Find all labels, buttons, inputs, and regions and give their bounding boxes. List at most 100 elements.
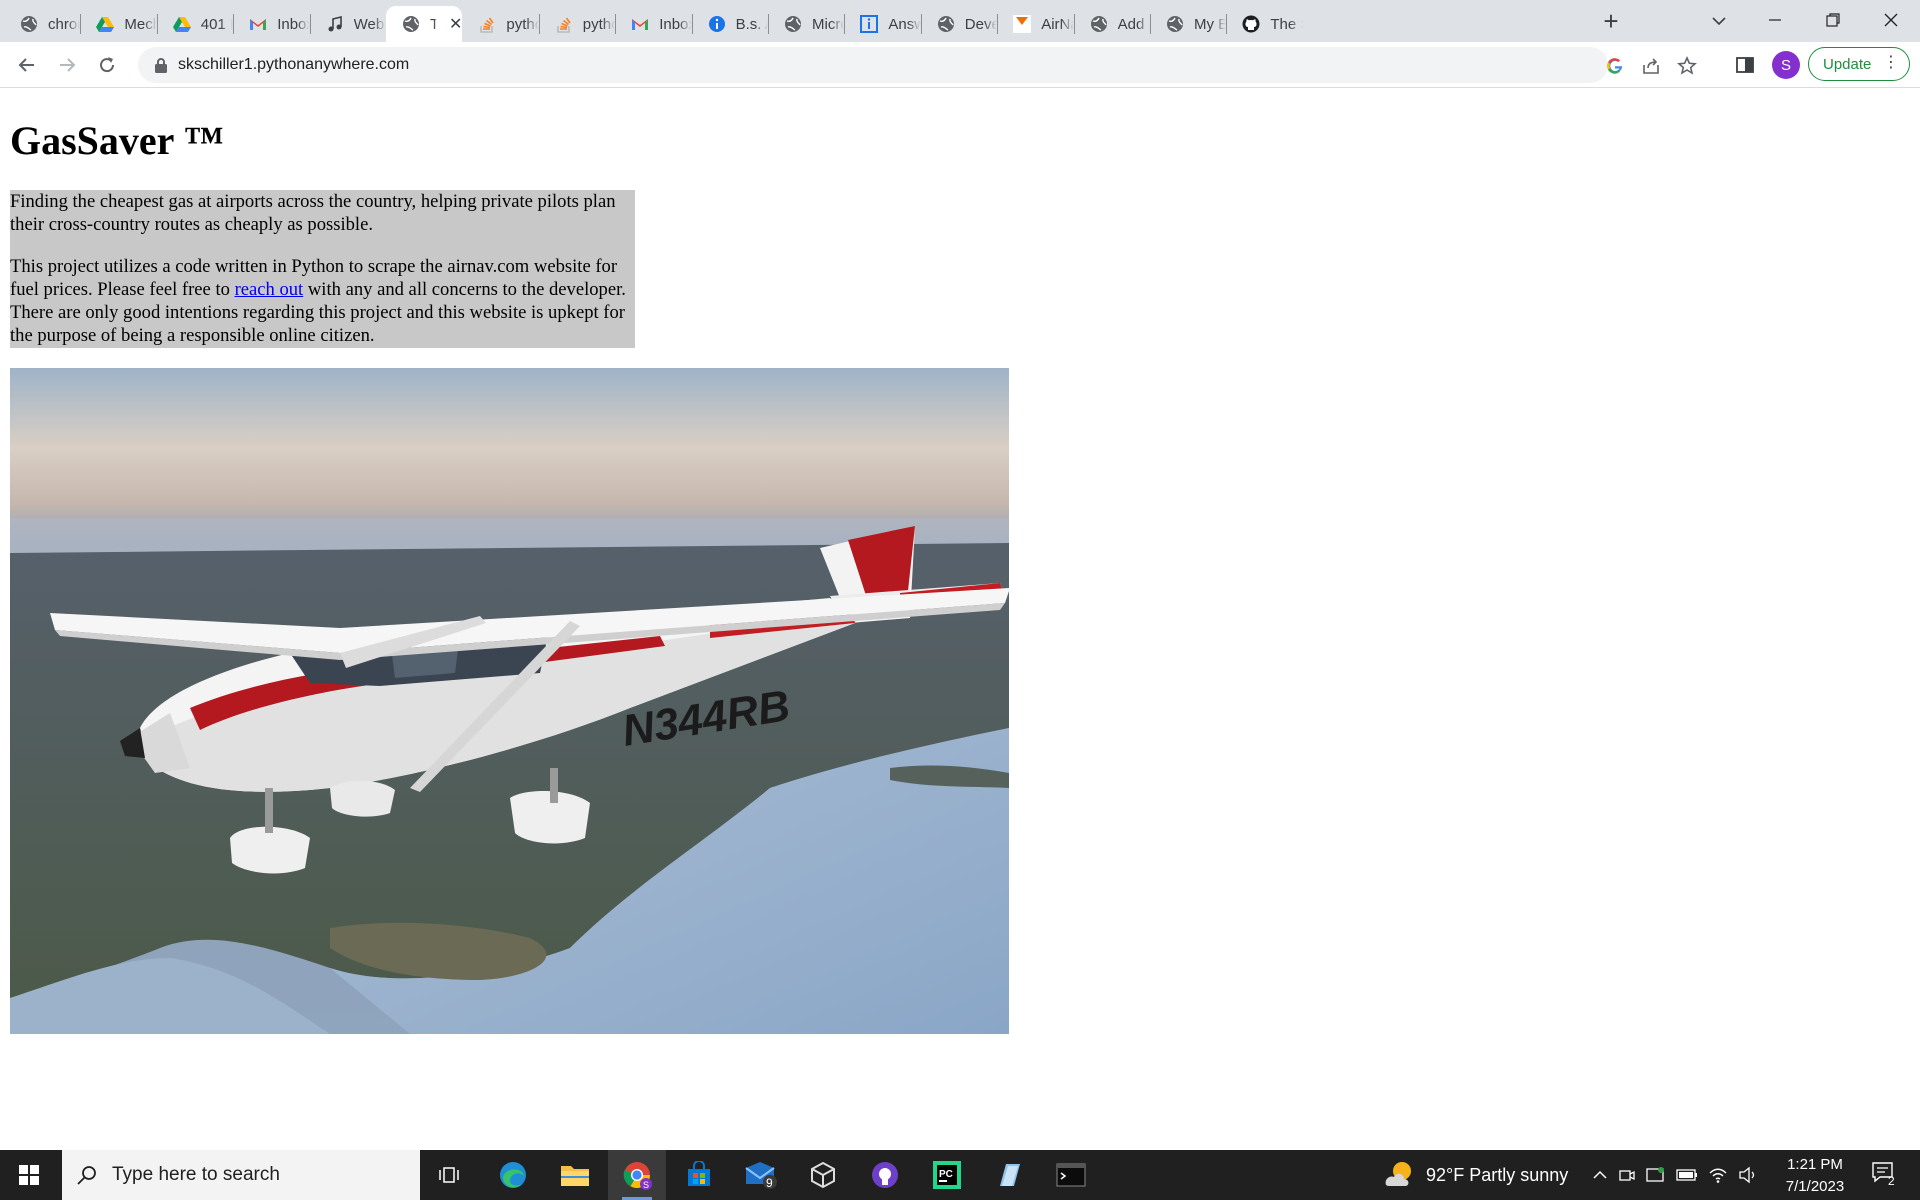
bookmark-button[interactable] xyxy=(1676,55,1698,77)
taskbar-edge[interactable] xyxy=(484,1150,542,1200)
clock-date: 7/1/2023 xyxy=(1785,1178,1845,1195)
store-icon xyxy=(688,1161,710,1186)
tab-search-button[interactable] xyxy=(1706,8,1732,34)
tab-label: Inbox xyxy=(277,15,309,33)
forward-button[interactable] xyxy=(52,50,82,80)
browser-tab[interactable]: pythor xyxy=(462,6,539,42)
tab-strip: chrom Mecha 401 PE Inbox Web a Tit ✕ pythor pyth… xyxy=(0,0,1920,42)
taskbar-app-cube[interactable] xyxy=(794,1150,852,1200)
close-window-button[interactable] xyxy=(1862,0,1920,40)
tab-label: Answe xyxy=(888,15,921,33)
github-icon xyxy=(872,1162,898,1188)
taskbar-search[interactable]: Type here to search xyxy=(62,1150,420,1200)
airplane-photo: N344RB xyxy=(10,368,1009,1034)
intro-box: Finding the cheapest gas at airports acr… xyxy=(10,190,635,348)
taskbar-terminal[interactable] xyxy=(1042,1150,1100,1200)
chrome-icon: S xyxy=(623,1162,652,1190)
taskbar-github-desktop[interactable] xyxy=(856,1150,914,1200)
update-button[interactable]: Update ⋮ xyxy=(1808,47,1910,81)
reload-button[interactable] xyxy=(92,50,122,80)
restore-button[interactable] xyxy=(1804,0,1862,40)
browser-tab[interactable]: Answe xyxy=(844,6,921,42)
tab-label: chrom xyxy=(48,15,80,33)
taskbar-clock[interactable]: 1:21 PM 7/1/2023 xyxy=(1770,1154,1860,1198)
partly-sunny-icon xyxy=(1385,1162,1411,1186)
arrow-right-icon xyxy=(60,58,76,72)
restore-icon xyxy=(1826,13,1840,27)
svg-text:PC: PC xyxy=(939,1169,953,1180)
weather-widget[interactable]: 92°F Partly sunny xyxy=(1382,1150,1568,1200)
reach-out-link[interactable]: reach out xyxy=(235,279,304,300)
share-icon xyxy=(1643,58,1659,74)
taskbar-file-explorer[interactable] xyxy=(546,1150,604,1200)
battery-icon[interactable] xyxy=(1676,1168,1698,1182)
browser-toolbar: skschiller1.pythonanywhere.com S Update … xyxy=(0,42,1920,88)
more-vert-icon[interactable]: ⋮ xyxy=(1883,54,1899,72)
browser-tab[interactable]: B.s. Ae xyxy=(692,6,768,42)
globe-icon xyxy=(784,15,802,33)
browser-tab[interactable]: Add p xyxy=(1074,6,1150,42)
volume-icon[interactable] xyxy=(1738,1166,1758,1184)
address-bar[interactable]: skschiller1.pythonanywhere.com xyxy=(138,47,1697,83)
globe-icon xyxy=(1166,15,1184,33)
back-button[interactable] xyxy=(12,50,42,80)
minimize-button[interactable] xyxy=(1746,0,1804,40)
svg-text:S: S xyxy=(643,1180,649,1190)
side-panel-button[interactable] xyxy=(1734,54,1756,76)
google-drive-icon xyxy=(172,15,191,33)
tab-label: My Blo xyxy=(1194,15,1227,33)
notification-count: 2 xyxy=(1888,1174,1895,1188)
stackoverflow-icon xyxy=(478,15,496,33)
tab-label: The ST xyxy=(1270,15,1302,33)
browser-tab[interactable]: The ST xyxy=(1226,6,1303,42)
browser-tab[interactable]: Web a xyxy=(310,6,386,42)
browser-tab[interactable]: My Blo xyxy=(1150,6,1226,42)
info-box-icon xyxy=(860,15,879,33)
tab-label: Inbox xyxy=(659,15,691,33)
browser-tab[interactable]: Tit ✕ xyxy=(386,6,463,42)
new-tab-button[interactable]: + xyxy=(1597,8,1625,36)
notification-center-button[interactable]: 2 xyxy=(1870,1160,1902,1190)
intro-paragraph: Finding the cheapest gas at airports acr… xyxy=(10,191,616,235)
taskbar-chrome[interactable]: S xyxy=(608,1150,666,1200)
browser-tab[interactable]: Inbox xyxy=(615,6,692,42)
meet-now-icon[interactable] xyxy=(1618,1166,1636,1184)
browser-tab[interactable]: Inbox xyxy=(233,6,310,42)
browser-tab[interactable]: AirNav xyxy=(997,6,1074,42)
taskbar-pycharm[interactable]: PC xyxy=(918,1150,976,1200)
lock-icon[interactable] xyxy=(154,57,168,73)
share-button[interactable] xyxy=(1640,55,1662,77)
browser-tab[interactable]: Develo xyxy=(921,6,997,42)
star-icon xyxy=(1677,56,1697,75)
system-tray xyxy=(1592,1150,1758,1200)
start-button[interactable] xyxy=(0,1150,58,1200)
browser-tab[interactable]: chrom xyxy=(4,6,80,42)
wifi-icon[interactable] xyxy=(1708,1166,1728,1184)
browser-tab[interactable]: 401 PE xyxy=(157,6,233,42)
browser-tab[interactable]: Mecha xyxy=(80,6,157,42)
tab-label: B.s. Ae xyxy=(735,15,768,33)
taskbar-mail[interactable]: 9 xyxy=(732,1150,790,1200)
taskbar-app-notebook[interactable] xyxy=(980,1150,1038,1200)
google-lens-button[interactable] xyxy=(1604,55,1626,77)
minimize-icon xyxy=(1769,19,1781,21)
tab-label: pythor xyxy=(506,15,538,33)
terminal-icon xyxy=(1056,1163,1086,1187)
folder-icon xyxy=(561,1166,589,1186)
taskbar-store[interactable] xyxy=(670,1150,728,1200)
security-icon[interactable] xyxy=(1646,1166,1666,1184)
url-text[interactable]: skschiller1.pythonanywhere.com xyxy=(178,56,409,74)
profile-avatar[interactable]: S xyxy=(1772,51,1800,79)
reload-icon xyxy=(100,57,115,73)
close-tab-icon[interactable]: ✕ xyxy=(449,15,462,33)
windows-taskbar: Type here to search S 9 PC 92°F Partly s… xyxy=(0,1150,1920,1200)
tab-label: pythor xyxy=(582,15,615,33)
google-icon xyxy=(1607,58,1623,74)
browser-tab[interactable]: pythor xyxy=(539,6,615,42)
task-view-icon xyxy=(439,1167,459,1183)
windows-logo-icon xyxy=(19,1165,39,1185)
globe-icon xyxy=(1090,15,1108,33)
chevron-up-icon[interactable] xyxy=(1592,1167,1608,1183)
browser-tab[interactable]: Micros xyxy=(768,6,844,42)
task-view-button[interactable] xyxy=(421,1150,479,1200)
